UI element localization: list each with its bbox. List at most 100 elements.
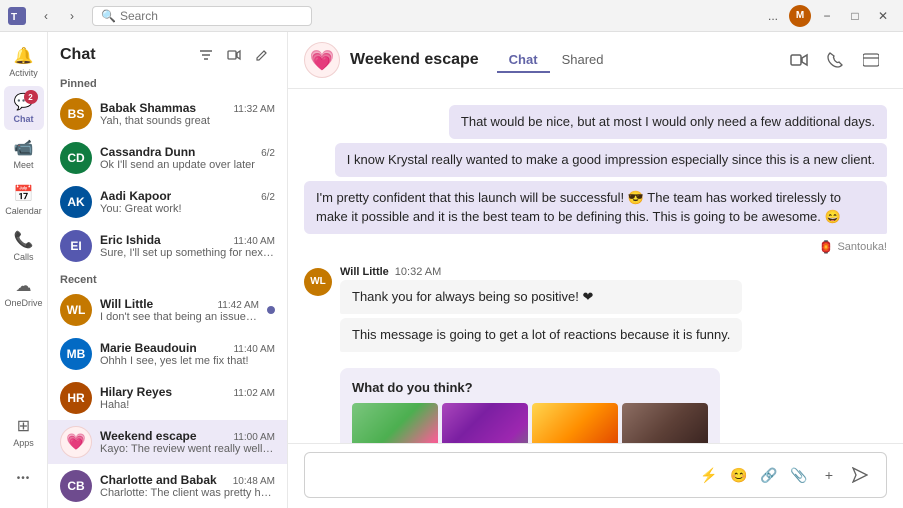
chat-list-panel: Chat Pinned BS Babak Shammas 11:32 AM <box>48 32 288 508</box>
attach-button[interactable]: 📎 <box>786 462 812 488</box>
video-call-icon <box>790 53 808 67</box>
sidebar-item-chat[interactable]: 2 💬 Chat <box>4 86 44 130</box>
outgoing-message-bubble: That would be nice, but at most I would … <box>449 105 887 139</box>
chat-list-item[interactable]: WL Will Little 11:42 AM I don't see that… <box>48 288 287 332</box>
sidebar-item-meet[interactable]: 📹 Meet <box>4 132 44 176</box>
chat-item-time: 6/2 <box>261 192 275 203</box>
more-actions-button[interactable]: + <box>816 462 842 488</box>
sidebar-item-activity[interactable]: 🔔 Activity <box>4 40 44 84</box>
emoji-button[interactable]: 😊 <box>726 462 752 488</box>
chat-item-top: Aadi Kapoor 6/2 <box>100 189 275 203</box>
sender-name: Will Little <box>340 266 389 278</box>
message-input[interactable] <box>317 468 688 483</box>
chat-item-name: Marie Beaudouin <box>100 341 197 355</box>
chat-item-content: Will Little 11:42 AM I don't see that be… <box>100 297 259 323</box>
chat-item-top: Babak Shammas 11:32 AM <box>100 101 275 115</box>
chat-item-time: 6/2 <box>261 148 275 159</box>
chat-avatar: AK <box>60 186 92 218</box>
chat-item-preview: Sure, I'll set up something for next wee… <box>100 247 275 259</box>
chat-item-time: 11:40 AM <box>233 344 275 355</box>
search-bar: 🔍 <box>92 6 312 26</box>
chat-list-item[interactable]: CB Charlotte and Babak 10:48 AM Charlott… <box>48 464 287 508</box>
meet-label: Meet <box>13 160 33 170</box>
activity-label: Activity <box>9 68 38 78</box>
input-area: ⚡ 😊 🔗 📎 + <box>288 443 903 508</box>
minimize-button[interactable]: − <box>815 4 839 28</box>
format-button[interactable]: ⚡ <box>696 462 722 488</box>
more-header-button[interactable] <box>855 44 887 76</box>
unread-indicator <box>267 306 275 314</box>
tab-chat[interactable]: Chat <box>497 48 550 73</box>
title-bar-left: T ‹ › 🔍 <box>8 4 312 28</box>
chat-avatar: EI <box>60 230 92 262</box>
outgoing-message-group: That would be nice, but at most I would … <box>304 105 887 254</box>
chat-avatar: CB <box>60 470 92 502</box>
search-input[interactable] <box>120 9 303 23</box>
new-video-button[interactable] <box>221 42 247 68</box>
input-box: ⚡ 😊 🔗 📎 + <box>304 452 887 498</box>
sidebar-item-more[interactable]: ••• <box>4 456 44 500</box>
chat-item-name: Charlotte and Babak <box>100 473 217 487</box>
sidebar-item-onedrive[interactable]: ☁ OneDrive <box>4 270 44 314</box>
chat-list-header: Chat <box>48 32 287 72</box>
chat-list-item[interactable]: AK Aadi Kapoor 6/2 You: Great work! <box>48 180 287 224</box>
chat-item-top: Hilary Reyes 11:02 AM <box>100 385 275 399</box>
edit-icon <box>255 48 269 62</box>
new-chat-button[interactable] <box>249 42 275 68</box>
chat-item-top: Charlotte and Babak 10:48 AM <box>100 473 275 487</box>
teams-logo-icon: T <box>8 7 26 25</box>
chat-item-top: Weekend escape 11:00 AM <box>100 429 275 443</box>
sidebar-item-apps[interactable]: ⊞ Apps <box>4 410 44 454</box>
title-bar: T ‹ › 🔍 ... M − □ ✕ <box>0 0 903 32</box>
main-container: 🔔 Activity 2 💬 Chat 📹 Meet 📅 Calendar 📞 … <box>0 32 903 508</box>
phone-icon <box>827 52 843 68</box>
message-sender-info: Will Little 10:32 AM <box>340 266 742 278</box>
send-button[interactable] <box>846 461 874 489</box>
send-icon <box>852 467 868 483</box>
chat-list-item[interactable]: BS Babak Shammas 11:32 AM Yah, that soun… <box>48 92 287 136</box>
chat-list-item[interactable]: EI Eric Ishida 11:40 AM Sure, I'll set u… <box>48 224 287 268</box>
link-button[interactable]: 🔗 <box>756 462 782 488</box>
chat-item-top: Will Little 11:42 AM <box>100 297 259 311</box>
chat-avatar: HR <box>60 382 92 414</box>
chat-header: 💗 Weekend escape Chat Shared <box>288 32 903 89</box>
chat-list-item[interactable]: CD Cassandra Dunn 6/2 Ok I'll send an up… <box>48 136 287 180</box>
chat-list-item[interactable]: 💗 Weekend escape 11:00 AM Kayo: The revi… <box>48 420 287 464</box>
more-options-button[interactable]: ... <box>761 4 785 28</box>
sidebar-item-calendar[interactable]: 📅 Calendar <box>4 178 44 222</box>
chat-item-name: Hilary Reyes <box>100 385 172 399</box>
video-call-button[interactable] <box>783 44 815 76</box>
image-thumbnail <box>622 403 708 443</box>
calls-label: Calls <box>13 252 33 262</box>
messages-area: That would be nice, but at most I would … <box>288 89 903 443</box>
chat-avatar: 💗 <box>60 426 92 458</box>
activity-icon: 🔔 <box>14 46 34 66</box>
filter-button[interactable] <box>193 42 219 68</box>
message-time: 10:32 AM <box>395 266 441 278</box>
search-icon: 🔍 <box>101 9 116 23</box>
more-icon: ••• <box>17 473 31 484</box>
santouka-label: 🏮Santouka! <box>819 240 888 254</box>
chat-item-time: 11:32 AM <box>233 104 275 115</box>
audio-call-button[interactable] <box>819 44 851 76</box>
chat-title: Weekend escape <box>350 51 479 69</box>
chat-item-preview: Kayo: The review went really well! Can't… <box>100 443 275 455</box>
chat-item-name: Weekend escape <box>100 429 197 443</box>
chat-list-item[interactable]: MB Marie Beaudouin 11:40 AM Ohhh I see, … <box>48 332 287 376</box>
nav-arrows: ‹ › <box>34 4 84 28</box>
chat-item-time: 11:00 AM <box>233 432 275 443</box>
chat-list-item[interactable]: HR Hilary Reyes 11:02 AM Haha! <box>48 376 287 420</box>
chat-items-list: BS Babak Shammas 11:32 AM Yah, that soun… <box>48 92 287 508</box>
chat-item-time: 11:40 AM <box>233 236 275 247</box>
maximize-button[interactable]: □ <box>843 4 867 28</box>
video-icon <box>227 48 241 62</box>
chat-avatar: MB <box>60 338 92 370</box>
sidebar-item-calls[interactable]: 📞 Calls <box>4 224 44 268</box>
chat-item-content: Eric Ishida 11:40 AM Sure, I'll set up s… <box>100 233 275 259</box>
tab-shared[interactable]: Shared <box>550 48 616 73</box>
image-card-title: What do you think? <box>352 380 708 395</box>
chat-item-content: Weekend escape 11:00 AM Kayo: The review… <box>100 429 275 455</box>
close-button[interactable]: ✕ <box>871 4 895 28</box>
back-button[interactable]: ‹ <box>34 4 58 28</box>
forward-button[interactable]: › <box>60 4 84 28</box>
